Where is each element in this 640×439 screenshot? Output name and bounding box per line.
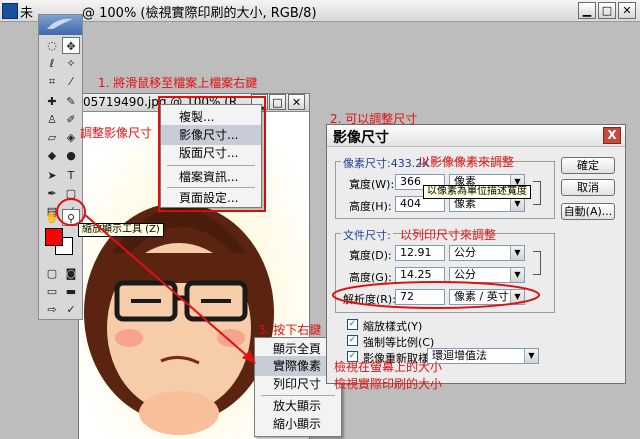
full-screen-mode-icon[interactable]: ▬ xyxy=(62,283,80,300)
doc-width-unit: 公分 xyxy=(454,246,476,259)
chevron-down-icon: ▼ xyxy=(510,246,524,260)
path-select-tool-icon[interactable]: ➤ xyxy=(43,167,61,184)
feather-logo-icon xyxy=(47,18,73,29)
cancel-button[interactable]: 取消 xyxy=(561,179,615,196)
paint-bucket-tool-icon[interactable]: ◈ xyxy=(62,129,80,146)
quick-mask-icon[interactable]: ◙ xyxy=(62,265,80,282)
marquee-tool-icon[interactable]: ◌ xyxy=(43,37,61,54)
pixel-width-label: 寬度(W): xyxy=(349,178,395,191)
history-brush-tool-icon[interactable]: ✐ xyxy=(62,111,80,128)
menu-separator xyxy=(167,165,255,166)
annotation-step2: 2. 可以調整尺寸 xyxy=(330,112,418,126)
scale-styles-label: 縮放樣式(Y) xyxy=(363,320,423,333)
minimize-button[interactable]: ▁ xyxy=(578,2,596,19)
annotation-arrow-icon xyxy=(83,213,256,364)
link-bracket-icon xyxy=(533,181,541,205)
scale-styles-checkbox[interactable]: ✓ xyxy=(347,319,358,330)
maximize-button[interactable]: □ xyxy=(598,2,616,19)
stamp-tool-icon[interactable]: ♙ xyxy=(43,111,61,128)
imageready-icon[interactable]: ✓ xyxy=(62,301,80,318)
resample-method-select[interactable]: 環迴增值法 ▼ xyxy=(427,348,539,364)
annotation-adjust-size: 調整影像尺寸 xyxy=(80,126,153,140)
doc-close-button[interactable]: ✕ xyxy=(288,94,305,110)
main-title-prefix: 未 xyxy=(20,6,34,21)
menu-item-zoom-out[interactable]: 縮小顯示 xyxy=(255,414,341,434)
constrain-proportions-label: 強制等比例(C) xyxy=(363,336,435,349)
pixel-unit-tooltip: 以像素為單位描述寬度 xyxy=(423,185,531,199)
chevron-down-icon: ▼ xyxy=(524,349,538,363)
menu-item-canvas-size[interactable]: 版面尺寸... xyxy=(161,143,261,163)
crop-tool-icon[interactable]: ⌗ xyxy=(43,73,61,90)
toolbox-panel: ◌ ✥ ℓ ✧ ⌗ ⁄ ✚ ✎ ♙ ✐ ▱ ◈ ◆ ● ➤ T ✒ ▢ ▤ ⁄ … xyxy=(38,14,83,320)
annotation-print-size: 檢視實際印刷的大小 xyxy=(334,377,443,391)
type-tool-icon[interactable]: T xyxy=(62,167,80,184)
context-menu-file: 複製... 影像尺寸... 版面尺寸... 檔案資訊... 頁面設定... xyxy=(160,104,262,208)
slice-tool-icon[interactable]: ⁄ xyxy=(62,73,80,90)
close-button[interactable]: ✕ xyxy=(618,2,636,19)
menu-item-duplicate[interactable]: 複製... xyxy=(161,107,261,127)
screen-mode-icon[interactable]: ▭ xyxy=(43,283,61,300)
ok-button[interactable]: 確定 xyxy=(561,157,615,174)
menu-item-page-setup[interactable]: 頁面設定... xyxy=(161,188,261,208)
menu-item-image-size[interactable]: 影像尺寸... xyxy=(161,125,261,145)
magic-wand-tool-icon[interactable]: ✧ xyxy=(62,55,80,72)
lasso-tool-icon[interactable]: ℓ xyxy=(43,55,61,72)
eraser-tool-icon[interactable]: ▱ xyxy=(43,129,61,146)
foreground-color-swatch[interactable] xyxy=(45,228,63,246)
annotation-by-print: 以列印尺寸來調整 xyxy=(400,228,497,242)
dialog-close-button[interactable]: X xyxy=(603,127,621,144)
constrain-proportions-checkbox[interactable]: ✓ xyxy=(347,335,358,346)
doc-width-input[interactable]: 12.91 xyxy=(395,245,445,261)
dialog-title-bar: 影像尺寸 X xyxy=(327,125,625,147)
photoshop-app-icon xyxy=(2,3,18,19)
dodge-tool-icon[interactable]: ● xyxy=(62,147,80,164)
jump-to-icon[interactable]: ⇨ xyxy=(43,301,61,318)
link-bracket-icon xyxy=(533,251,541,275)
chevron-down-icon: ▼ xyxy=(510,197,524,211)
annotation-screen-size: 檢視在螢幕上的大小 xyxy=(334,360,443,374)
main-title-bar: 未 @ 100% (檢視實際印刷的大小, RGB/8) ▁ □ ✕ xyxy=(0,0,640,22)
toolbox-header[interactable] xyxy=(39,15,82,35)
doc-width-label: 寬度(D): xyxy=(349,249,392,262)
annotation-step3: 3. 按下右鍵 xyxy=(258,323,322,337)
doc-width-unit-select[interactable]: 公分 ▼ xyxy=(449,245,525,261)
auto-button[interactable]: 自動(A)... xyxy=(561,203,615,220)
brush-tool-icon[interactable]: ✎ xyxy=(62,93,80,110)
healing-brush-tool-icon[interactable]: ✚ xyxy=(43,93,61,110)
doc-maximize-button[interactable]: □ xyxy=(269,94,286,110)
annotation-by-pixel: 以影像像素來調整 xyxy=(418,155,515,169)
menu-item-zoom-in[interactable]: 放大顯示 xyxy=(255,396,341,416)
annotation-step1: 1. 將滑鼠移至檔案上檔案右鍵 xyxy=(98,76,258,90)
menu-item-file-info[interactable]: 檔案資訊... xyxy=(161,167,261,187)
resolution-highlight-ellipse xyxy=(332,281,540,309)
main-title-text: @ 100% (檢視實際印刷的大小, RGB/8) xyxy=(82,6,317,21)
document-size-label: 文件尺寸: xyxy=(341,227,393,243)
move-tool-icon[interactable]: ✥ xyxy=(62,37,80,54)
dialog-title: 影像尺寸 xyxy=(333,130,389,146)
standard-mode-icon[interactable]: ▢ xyxy=(43,265,61,282)
pixel-height-label: 高度(H): xyxy=(349,200,392,213)
blur-tool-icon[interactable]: ◆ xyxy=(43,147,61,164)
